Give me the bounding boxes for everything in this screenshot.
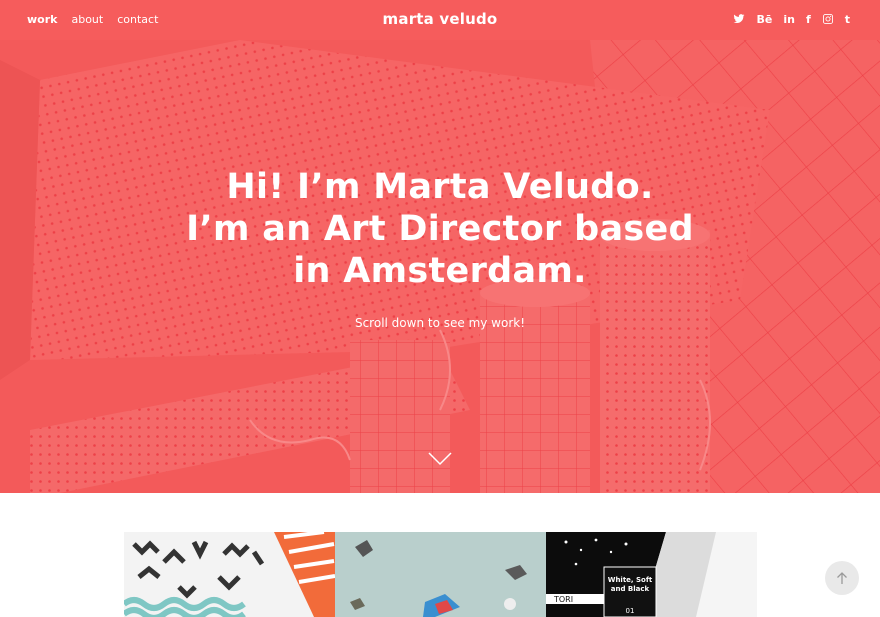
instagram-icon[interactable] [822,12,834,26]
twitter-icon[interactable] [733,12,745,26]
work-thumbnail-2[interactable] [335,532,546,617]
behance-icon[interactable]: Bē [756,12,772,26]
white-soft-black-image: White, Soft and Black 01 TORI [546,532,757,617]
hero-heading-line: in Amsterdam. [293,251,587,291]
memphis-pattern-image [124,532,335,617]
hero-heading-line: Hi! I’m Marta Veludo. [226,167,654,207]
back-to-top-button[interactable] [825,561,859,595]
work-grid: White, Soft and Black 01 TORI [124,532,757,617]
facebook-icon[interactable]: f [806,12,811,26]
thumb3-title-line2: and Black [611,585,650,593]
linkedin-icon[interactable]: in [783,12,795,26]
thumb3-number: 01 [626,607,635,615]
site-header: work about contact marta veludo Bē in f … [0,0,880,40]
floating-rocks-image [335,532,546,617]
tumblr-icon[interactable]: t [845,12,850,26]
work-thumbnail-3[interactable]: White, Soft and Black 01 TORI [546,532,757,617]
hero-heading-line: I’m an Art Director based [186,209,694,249]
hero-section: Hi! I’m Marta Veludo. I’m an Art Directo… [0,0,880,493]
hero-text: Hi! I’m Marta Veludo. I’m an Art Directo… [0,166,880,330]
work-thumbnail-1[interactable] [124,532,335,617]
thumb3-tag: TORI [553,595,573,604]
hero-heading: Hi! I’m Marta Veludo. I’m an Art Directo… [0,166,880,292]
chevron-down-icon[interactable] [428,452,452,466]
thumb3-title-line1: White, Soft [608,576,653,584]
hero-subtext: Scroll down to see my work! [354,316,526,330]
social-links: Bē in f t [733,12,850,26]
arrow-up-icon [837,572,847,584]
